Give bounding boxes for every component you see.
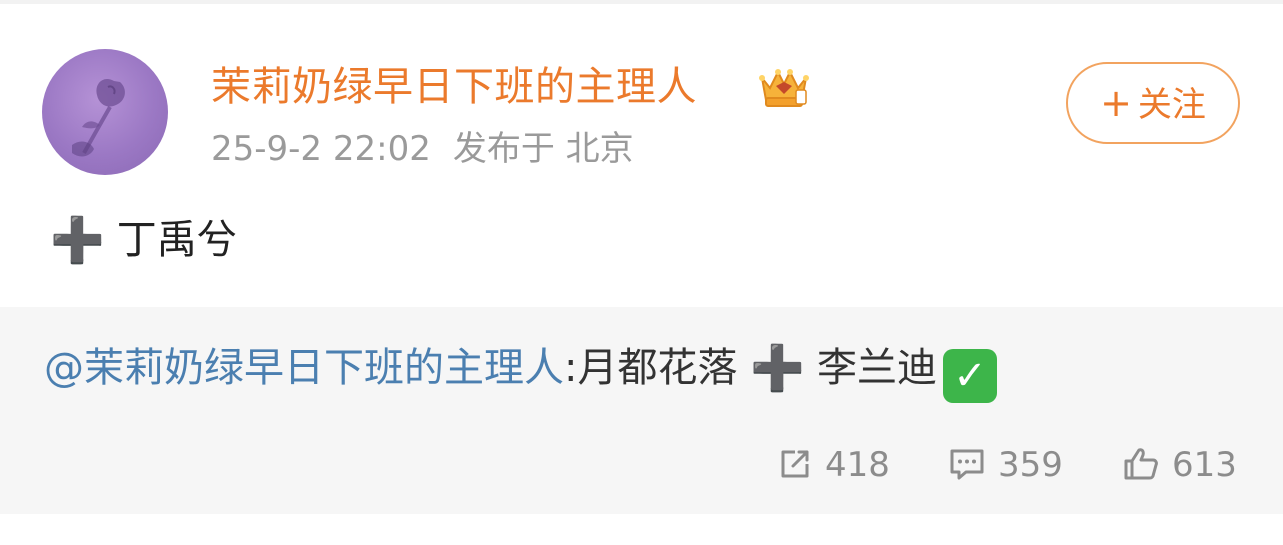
- avatar[interactable]: [42, 49, 168, 175]
- post-text: 丁禹兮: [116, 217, 237, 263]
- bottom-spacer: [0, 514, 1283, 545]
- rose-avatar-icon: [72, 78, 125, 157]
- post-time: 25-9-2 22:02: [211, 129, 431, 169]
- post-meta: 25-9-2 22:02 发布于 北京: [211, 126, 634, 172]
- post-body: ➕ 丁禹兮: [50, 212, 237, 269]
- repost-body: @茉莉奶绿早日下班的主理人:月都花落 ➕ 李兰迪 ✓: [44, 340, 997, 403]
- repost-text-before: :月都花落: [564, 345, 738, 391]
- thumbs-up-icon: [1124, 448, 1158, 480]
- repost-action[interactable]: 418: [777, 440, 890, 490]
- repost-mention[interactable]: @茉莉奶绿早日下班的主理人: [44, 345, 564, 391]
- check-mark-emoji-icon: ✓: [943, 349, 997, 403]
- repost-count: 418: [825, 445, 890, 485]
- plus-emoji-icon: ➕: [750, 343, 805, 394]
- like-count: 613: [1172, 445, 1237, 485]
- like-action[interactable]: 613: [1122, 440, 1237, 490]
- top-divider: [0, 0, 1283, 4]
- plus-emoji-icon: ➕: [50, 215, 105, 266]
- share-icon: [781, 450, 809, 478]
- plus-icon: +: [1100, 81, 1132, 125]
- author-name[interactable]: 茉莉奶绿早日下班的主理人: [211, 60, 697, 114]
- follow-button[interactable]: + 关注: [1066, 62, 1240, 144]
- post-location: 发布于 北京: [452, 129, 634, 169]
- comment-count: 359: [998, 445, 1063, 485]
- crown-badge-icon: [756, 64, 812, 110]
- repost-text-after: 李兰迪: [817, 345, 937, 391]
- follow-label: 关注: [1137, 85, 1206, 125]
- comment-icon: [950, 449, 984, 480]
- comment-action[interactable]: 359: [948, 440, 1063, 490]
- repost-box[interactable]: [0, 307, 1283, 514]
